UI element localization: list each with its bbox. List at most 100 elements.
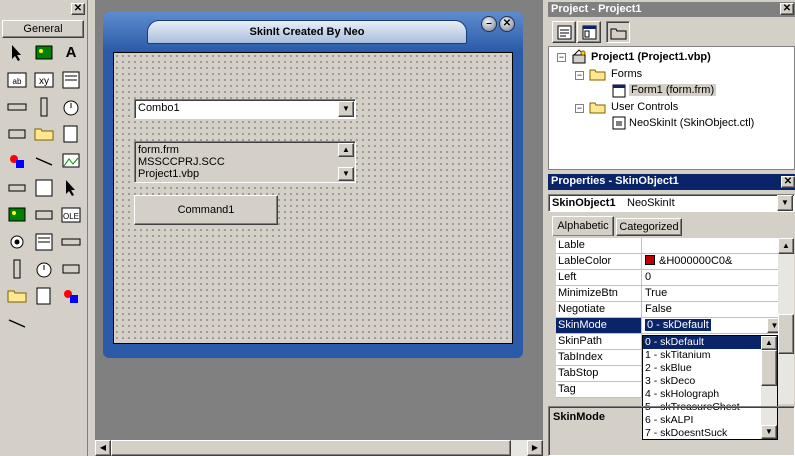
designer-scroll-thumb[interactable] xyxy=(111,440,511,456)
project-close-button[interactable]: ✕ xyxy=(780,3,794,15)
checkbox-icon xyxy=(7,103,27,111)
property-row[interactable]: LableColor &H000000C0& xyxy=(556,254,782,270)
tool-checkbox[interactable] xyxy=(6,96,28,118)
tree-form-file[interactable]: Form1 (form.frm) xyxy=(629,84,717,96)
tool-custom-2[interactable] xyxy=(33,231,55,253)
designer-scroll-right-button[interactable]: ▶ xyxy=(527,440,543,456)
tree-control-file[interactable]: NeoSkinIt (SkinObject.ctl) xyxy=(629,117,754,129)
custom-6-icon xyxy=(62,264,80,274)
toolbox-close-button[interactable]: ✕ xyxy=(71,3,85,15)
tool-dirlistbox[interactable] xyxy=(60,150,82,172)
properties-close-button[interactable]: ✕ xyxy=(781,176,795,188)
tree-forms-folder[interactable]: Forms xyxy=(611,68,642,80)
property-value[interactable] xyxy=(643,238,782,253)
property-value[interactable]: &H000000C0& xyxy=(643,254,782,269)
tool-hscrollbar[interactable] xyxy=(33,123,55,145)
property-row[interactable]: MinimizeBtn True xyxy=(556,286,782,302)
tool-custom-6[interactable] xyxy=(60,258,82,280)
designer-scroll-left-button[interactable]: ◀ xyxy=(95,440,111,456)
tool-custom-9[interactable] xyxy=(60,285,82,307)
tool-frame[interactable]: xy xyxy=(33,69,55,91)
tool-drivelistbox[interactable] xyxy=(33,150,55,172)
object-selector[interactable]: SkinObject1 NeoSkinIt ▼ xyxy=(548,194,795,212)
view-object-button[interactable] xyxy=(577,21,601,43)
dropdown-scroll-thumb[interactable] xyxy=(761,350,777,386)
list-scroll-up-button[interactable]: ▲ xyxy=(338,143,354,157)
list-item[interactable]: MSSCCPRJ.SCC xyxy=(138,156,334,168)
tool-picturebox[interactable] xyxy=(33,42,55,64)
tool-custom-3[interactable] xyxy=(60,231,82,253)
dropdown-option[interactable]: 1 - skTitanium xyxy=(643,349,761,362)
tool-vscrollbar[interactable] xyxy=(60,123,82,145)
view-code-button[interactable] xyxy=(552,21,576,43)
dropdown-option[interactable]: 4 - skHolograph xyxy=(643,388,761,401)
project-explorer: Project - Project1 − Project1 (Project1.… xyxy=(548,0,795,170)
view-object-icon xyxy=(582,25,597,40)
property-row[interactable]: Negotiate False xyxy=(556,302,782,318)
combo-box[interactable]: Combo1 ▼ xyxy=(134,99,356,119)
tab-alphabetic[interactable]: Alphabetic xyxy=(552,216,614,236)
property-name: SkinPath xyxy=(556,334,642,349)
list-item[interactable]: Project1.vbp xyxy=(138,168,334,180)
minimize-icon[interactable]: – xyxy=(481,16,497,32)
custom-7-icon xyxy=(7,290,27,303)
property-row[interactable]: Left 0 xyxy=(556,270,782,286)
grid-vscrollbar[interactable]: ▲ xyxy=(778,238,794,404)
tool-timer[interactable] xyxy=(6,150,28,172)
picturebox-icon xyxy=(35,45,53,60)
tree-project-root[interactable]: Project1 (Project1.vbp) xyxy=(591,51,711,63)
list-box[interactable]: form.frm MSSCCPRJ.SCC Project1.vbp ▲ ▼ xyxy=(134,141,356,183)
toolbox-tab-general[interactable]: General xyxy=(2,20,84,38)
tool-combobox[interactable] xyxy=(60,96,82,118)
pointer-icon xyxy=(12,45,21,61)
skinned-form-window[interactable]: SkinIt Created By Neo – ✕ Combo1 ▼ form.… xyxy=(103,12,523,358)
list-scroll-down-button[interactable]: ▼ xyxy=(338,167,354,181)
property-row[interactable]: SkinMode 0 - skDefault ▼ xyxy=(556,318,782,334)
property-value[interactable]: True xyxy=(643,286,782,301)
tool-image[interactable] xyxy=(6,204,28,226)
tool-textbox[interactable]: ab xyxy=(6,69,28,91)
tool-line[interactable] xyxy=(60,177,82,199)
tool-custom-5[interactable] xyxy=(33,258,55,280)
tool-filelistbox[interactable] xyxy=(6,177,28,199)
grid-scroll-up-button[interactable]: ▲ xyxy=(778,238,794,254)
designer-hscrollbar[interactable]: ◀ ▶ xyxy=(95,440,543,456)
property-name: MinimizeBtn xyxy=(556,286,642,301)
tool-shape[interactable] xyxy=(33,177,55,199)
tool-ole[interactable]: OLE xyxy=(60,204,82,226)
tree-controls-folder[interactable]: User Controls xyxy=(611,101,678,113)
tool-optionbutton[interactable] xyxy=(33,96,55,118)
dropdown-option[interactable]: 0 - skDefault xyxy=(643,336,761,349)
dropdown-option[interactable]: 3 - skDeco xyxy=(643,375,761,388)
tool-label[interactable]: A xyxy=(60,42,82,64)
tool-custom-4[interactable] xyxy=(6,258,28,280)
tool-commandbutton[interactable] xyxy=(60,69,82,91)
tool-listbox[interactable] xyxy=(6,123,28,145)
label-icon: A xyxy=(66,44,77,61)
tree-collapse-icon[interactable]: − xyxy=(557,53,566,62)
property-value[interactable]: False xyxy=(643,302,782,317)
custom-5-icon xyxy=(36,262,52,278)
tool-custom-8[interactable] xyxy=(33,285,55,307)
property-value[interactable]: 0 xyxy=(643,270,782,285)
close-icon[interactable]: ✕ xyxy=(499,16,515,32)
property-row[interactable]: Lable xyxy=(556,238,782,254)
textbox-icon: ab xyxy=(7,72,27,88)
toggle-folders-button[interactable] xyxy=(606,21,630,43)
tool-custom-1[interactable] xyxy=(6,231,28,253)
dropdown-scroll-up-button[interactable]: ▲ xyxy=(761,336,777,350)
list-item[interactable]: form.frm xyxy=(138,144,334,156)
property-value[interactable]: 0 - skDefault ▼ xyxy=(643,318,782,333)
tree-collapse-icon[interactable]: − xyxy=(575,104,584,113)
tool-data[interactable] xyxy=(33,204,55,226)
dropdown-option[interactable]: 2 - skBlue xyxy=(643,362,761,375)
tool-pointer[interactable] xyxy=(6,42,28,64)
command-button[interactable]: Command1 xyxy=(134,195,278,225)
combo-dropdown-button[interactable]: ▼ xyxy=(338,101,354,117)
object-dropdown-button[interactable]: ▼ xyxy=(777,195,793,211)
tool-custom-7[interactable] xyxy=(6,285,28,307)
grid-scroll-thumb[interactable] xyxy=(778,314,794,354)
tool-neoskinit[interactable] xyxy=(6,312,28,334)
tab-categorized[interactable]: Categorized xyxy=(616,218,682,236)
tree-collapse-icon[interactable]: − xyxy=(575,71,584,80)
